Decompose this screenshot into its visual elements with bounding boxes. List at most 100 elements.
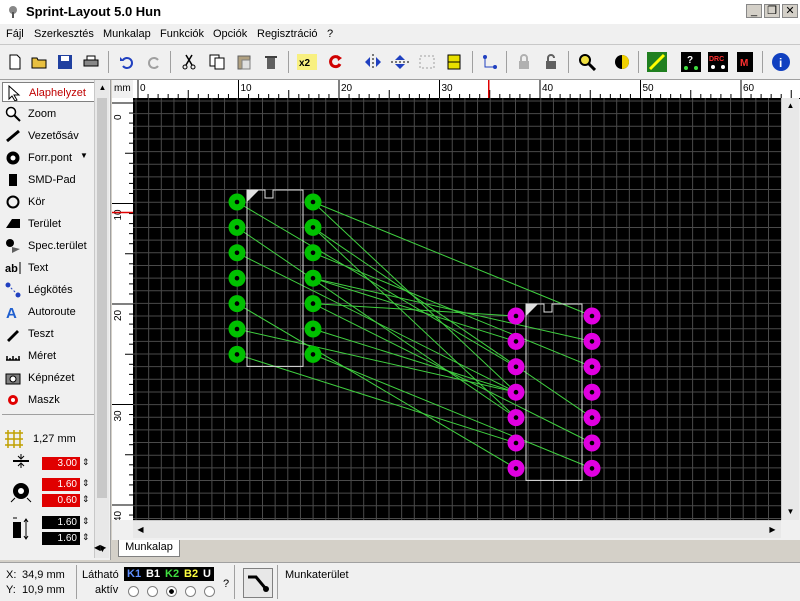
grid-value[interactable]: 1,27 mm: [33, 433, 76, 445]
pad-inner-value[interactable]: 0.60: [42, 494, 80, 507]
active-layer-radio-k2[interactable]: [166, 586, 177, 597]
copy-icon[interactable]: [206, 51, 228, 73]
ruler-label: 60: [743, 83, 755, 94]
cut-icon[interactable]: [178, 51, 200, 73]
scroll-up-icon[interactable]: ▲: [783, 98, 798, 113]
tab-scroll-icon[interactable]: ◀▶: [94, 543, 106, 552]
x-label: X:: [6, 569, 17, 581]
panel-scrollbar[interactable]: ▲ ▼: [94, 80, 109, 558]
macro-icon[interactable]: M: [734, 51, 756, 73]
tool-area[interactable]: Terület: [2, 214, 106, 234]
tool-smd-pad[interactable]: SMD-Pad: [2, 170, 106, 190]
menu-file[interactable]: Fájl: [6, 28, 24, 40]
vertical-scrollbar[interactable]: ▲ ▼: [781, 98, 799, 520]
info-icon[interactable]: i: [770, 51, 792, 73]
connections-icon[interactable]: [479, 51, 501, 73]
tool-mask[interactable]: Maszk: [2, 390, 106, 410]
group-icon[interactable]: [416, 51, 438, 73]
layer-b2[interactable]: B2: [181, 567, 202, 581]
smd-width-value[interactable]: 1.60: [42, 516, 80, 529]
track-width-icon: [13, 454, 29, 468]
menu-help[interactable]: ?: [327, 28, 333, 40]
tool-photo-view[interactable]: Képnézet: [2, 368, 106, 388]
undo-icon[interactable]: [116, 51, 138, 73]
minimize-button[interactable]: _: [746, 4, 762, 18]
new-file-icon[interactable]: [4, 51, 26, 73]
paste-icon[interactable]: [233, 51, 255, 73]
layer-b1[interactable]: B1: [143, 567, 164, 581]
scroll-thumb[interactable]: [97, 98, 107, 498]
scroll-up-icon[interactable]: ▲: [95, 80, 110, 95]
x2-icon[interactable]: x2: [296, 51, 318, 73]
test-icon[interactable]: ?: [680, 51, 702, 73]
tool-test[interactable]: Teszt: [2, 324, 106, 344]
magnifier-icon: [5, 106, 21, 122]
tool-circle[interactable]: Kör: [2, 192, 106, 212]
smd-size-icon: [13, 517, 29, 540]
tool-text[interactable]: ab Text: [2, 258, 106, 278]
active-layer-radio-b1[interactable]: [147, 586, 158, 597]
stepper-icon[interactable]: ⇕: [82, 457, 90, 468]
tool-autoroute[interactable]: A Autoroute: [2, 302, 106, 322]
close-button[interactable]: ✕: [782, 4, 798, 18]
tool-label: Teszt: [28, 328, 54, 340]
track-width-value[interactable]: 3.00: [42, 457, 80, 470]
layer-k2[interactable]: K2: [162, 567, 183, 581]
redo-icon[interactable]: [143, 51, 165, 73]
menu-functions[interactable]: Funkciók: [160, 28, 204, 40]
lock-icon[interactable]: [513, 51, 535, 73]
ruler-label: 0: [140, 83, 146, 94]
smd-height-value[interactable]: 1.60: [42, 532, 80, 545]
active-layer-radio-b2[interactable]: [185, 586, 196, 597]
menu-options[interactable]: Opciók: [213, 28, 247, 40]
scroll-down-icon[interactable]: ▼: [783, 504, 798, 519]
tab-worksheet[interactable]: Munkalap: [118, 540, 180, 557]
open-folder-icon[interactable]: [28, 51, 50, 73]
scroll-right-icon[interactable]: ▶: [765, 522, 780, 537]
tool-zoom[interactable]: Zoom: [2, 104, 106, 124]
mirror-vertical-icon[interactable]: [389, 51, 411, 73]
delete-icon[interactable]: [260, 51, 282, 73]
zoom-icon[interactable]: [576, 51, 598, 73]
workspace-mode-button[interactable]: [243, 568, 273, 598]
stepper-icon[interactable]: ⇕: [82, 478, 90, 489]
title-bar: Sprint-Layout 5.0 Hun _ ❐ ✕: [0, 0, 800, 24]
layer-help[interactable]: ?: [223, 578, 229, 590]
pad-outer-value[interactable]: 1.60: [42, 478, 80, 491]
scroll-left-icon[interactable]: ◀: [133, 522, 148, 537]
dropdown-arrow-icon[interactable]: ▼: [80, 151, 88, 160]
tool-pad[interactable]: Forr.pont ▼: [2, 148, 106, 168]
layer-k1[interactable]: K1: [124, 567, 145, 581]
workspace-status: Munkaterület: [285, 569, 349, 581]
layer-u[interactable]: U: [200, 567, 214, 581]
menu-registration[interactable]: Regisztráció: [257, 28, 318, 40]
mirror-horizontal-icon[interactable]: [362, 51, 384, 73]
tool-select[interactable]: Alaphelyzet: [2, 82, 106, 102]
menu-edit[interactable]: Szerkesztés: [34, 28, 94, 40]
stepper-icon[interactable]: ⇕: [82, 532, 90, 543]
tool-panel: Alaphelyzet Zoom Vezetősáv Forr.pont ▼ S…: [0, 80, 111, 560]
tool-label: Text: [28, 262, 49, 274]
align-icon[interactable]: [443, 51, 465, 73]
save-icon[interactable]: [54, 51, 76, 73]
tool-airwire[interactable]: Légkötés: [2, 280, 106, 300]
component-icon[interactable]: [646, 51, 668, 73]
stepper-icon[interactable]: ⇕: [82, 516, 90, 527]
unlock-icon[interactable]: [540, 51, 562, 73]
rotate-icon[interactable]: [324, 51, 346, 73]
pin1-marker: [526, 304, 538, 316]
active-layer-radio-k1[interactable]: [128, 586, 139, 597]
menu-worksheet[interactable]: Munkalap: [103, 28, 151, 40]
stepper-icon[interactable]: ⇕: [82, 494, 90, 505]
grid-icon[interactable]: [5, 430, 23, 448]
horizontal-scrollbar[interactable]: ◀ ▶: [133, 520, 781, 538]
pcb-canvas[interactable]: [133, 98, 781, 520]
contrast-icon[interactable]: [611, 51, 633, 73]
tool-track[interactable]: Vezetősáv: [2, 126, 106, 146]
active-layer-radio-u[interactable]: [204, 586, 215, 597]
tool-special-area[interactable]: Spec.terület: [2, 236, 106, 256]
tool-measure[interactable]: Méret: [2, 346, 106, 366]
drc-icon[interactable]: DRC: [707, 51, 729, 73]
restore-button[interactable]: ❐: [764, 4, 780, 18]
print-icon[interactable]: [80, 51, 102, 73]
